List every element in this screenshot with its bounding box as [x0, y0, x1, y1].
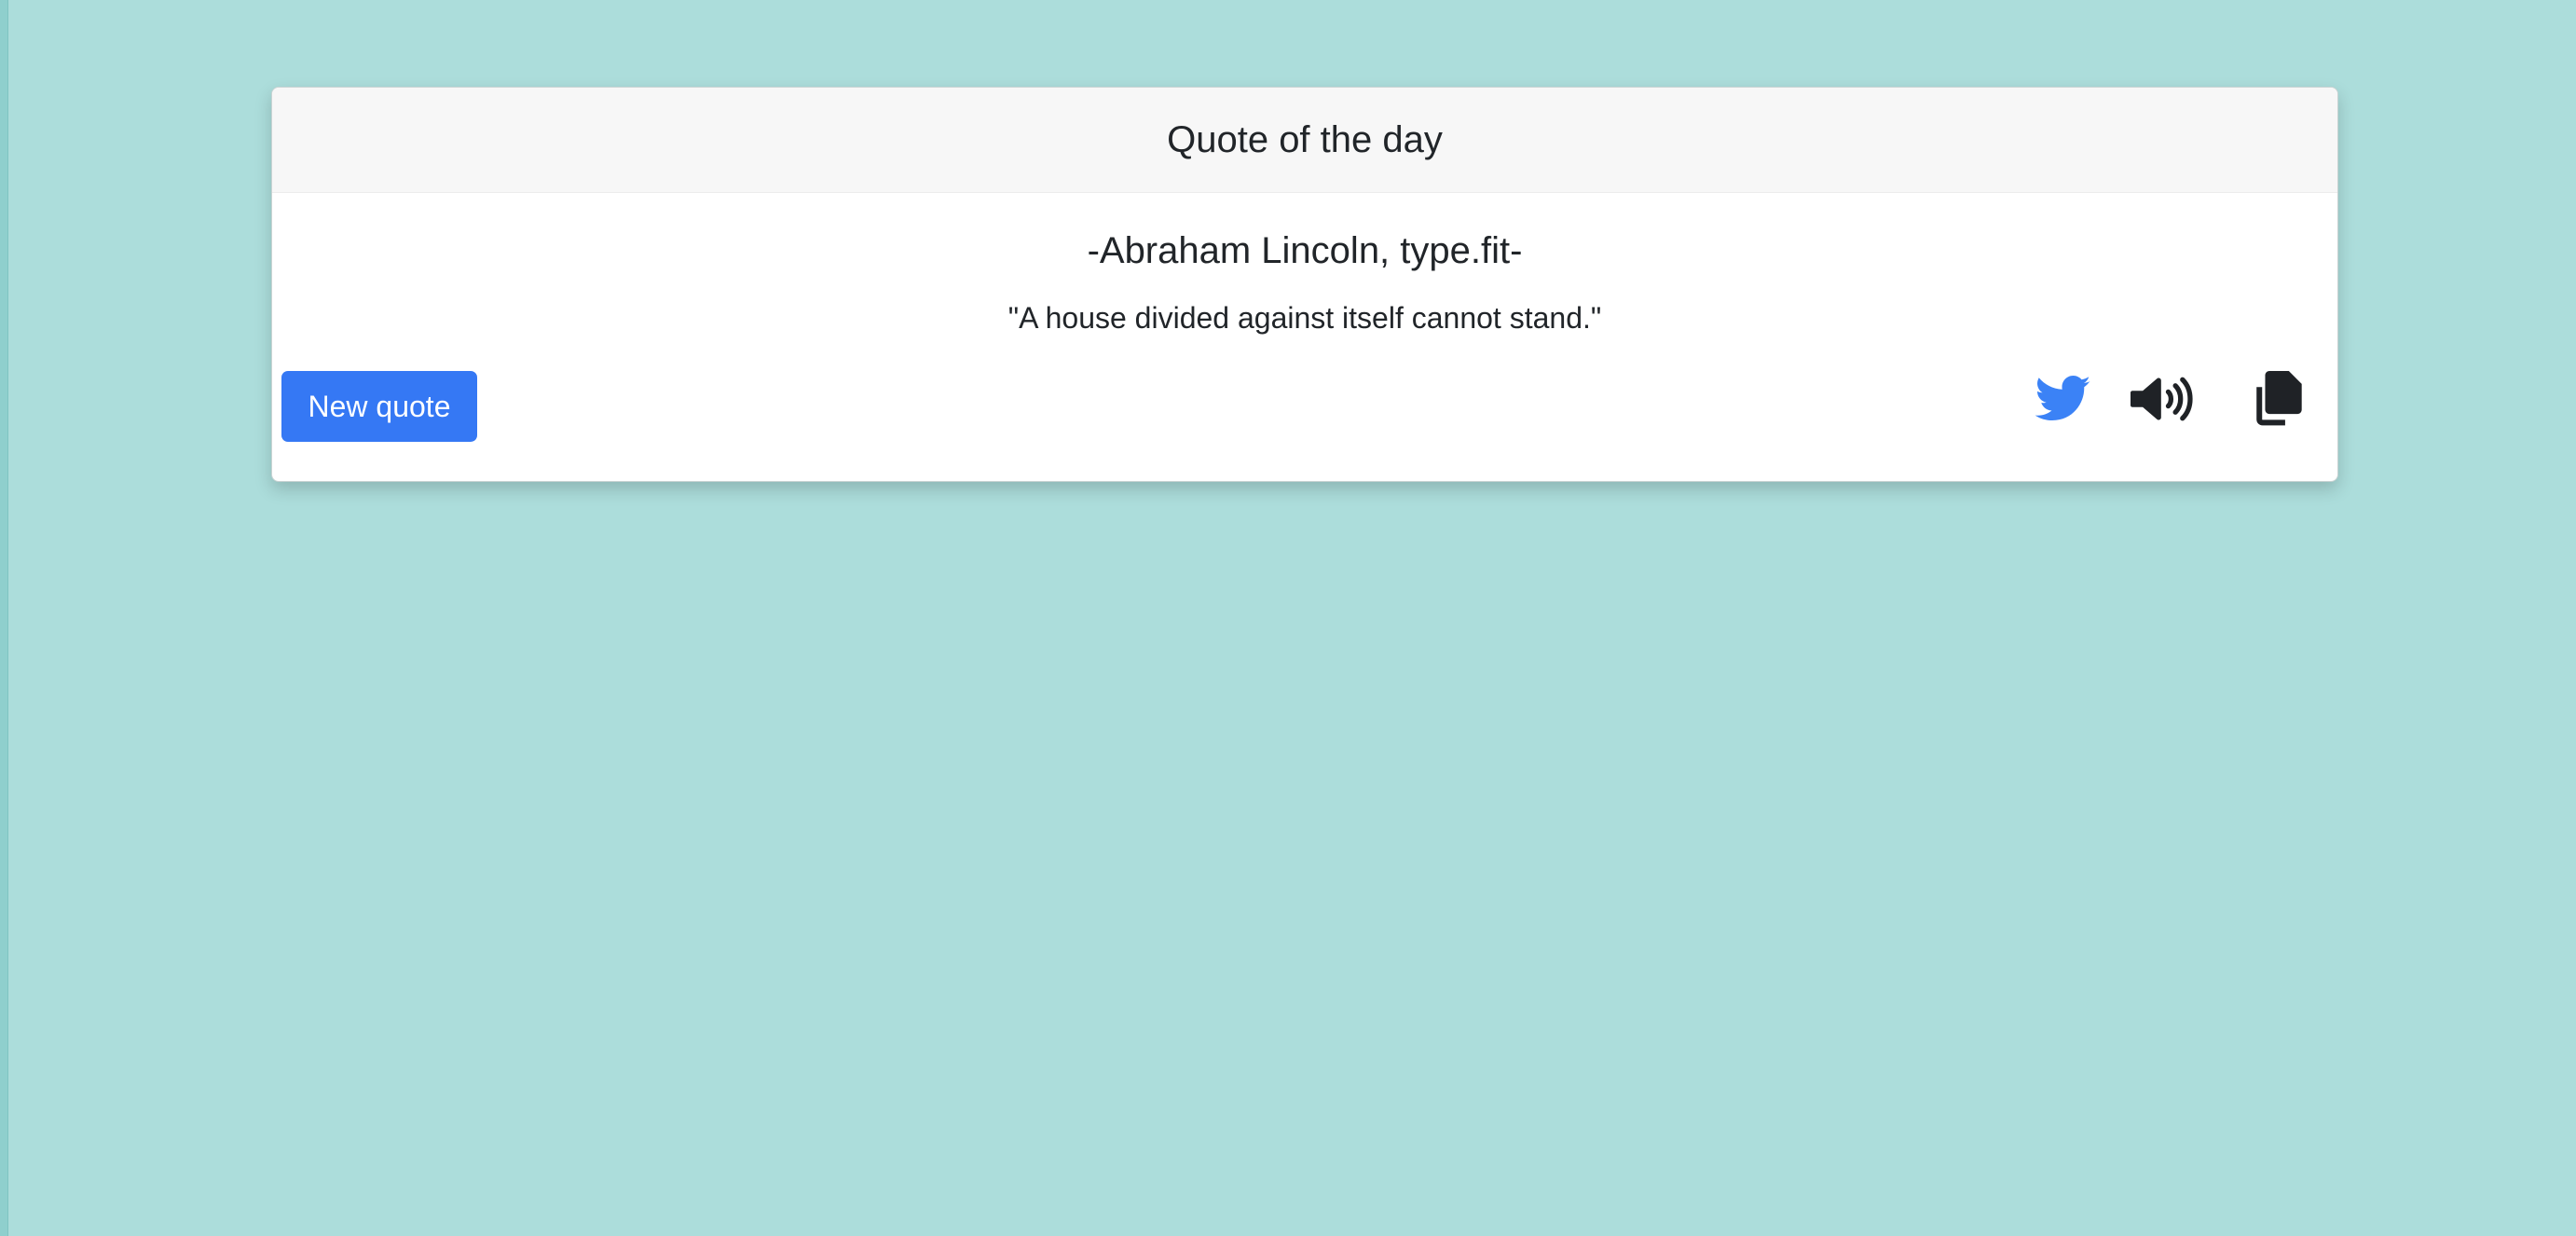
copy-icon[interactable] [2243, 366, 2309, 432]
twitter-icon[interactable] [2031, 366, 2096, 432]
card-body: -Abraham Lincoln, type.fit- "A house div… [272, 193, 2337, 481]
page: Quote of the day -Abraham Lincoln, type.… [0, 0, 2576, 1236]
new-quote-button[interactable]: New quote [281, 371, 477, 442]
quote-author: -Abraham Lincoln, type.fit- [1087, 230, 1523, 271]
card-header: Quote of the day [272, 88, 2337, 193]
quote-card: Quote of the day -Abraham Lincoln, type.… [271, 87, 2338, 482]
window-edge [0, 0, 8, 1236]
card-title: Quote of the day [1167, 118, 1443, 160]
quote-text: "A house divided against itself cannot s… [1007, 301, 1602, 335]
speaker-icon[interactable] [2131, 366, 2196, 432]
